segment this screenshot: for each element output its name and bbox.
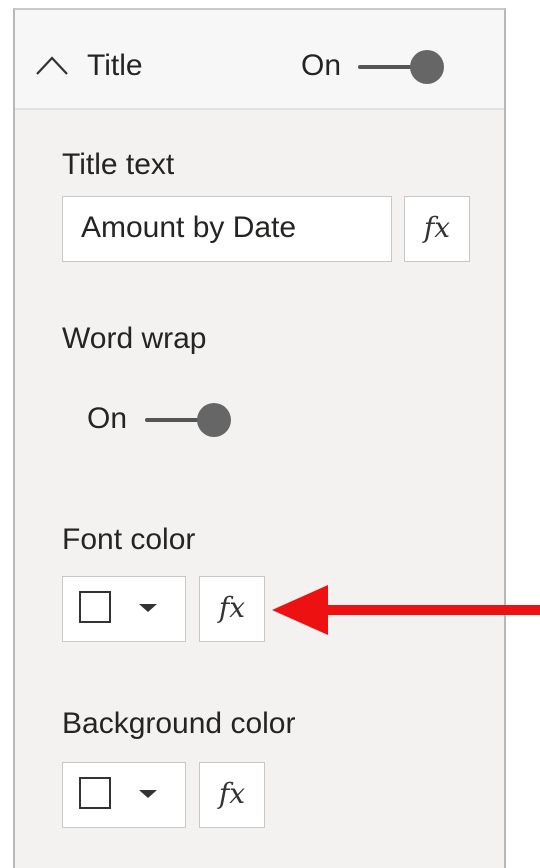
word-wrap-label: Word wrap: [62, 322, 207, 355]
word-wrap-toggle[interactable]: [145, 403, 231, 437]
format-pane: Title On Title text Amount by Date fx Wo…: [13, 8, 506, 868]
title-card-header[interactable]: Title On: [15, 10, 504, 110]
arrow-left-icon: [272, 585, 540, 635]
font-color-swatch: [79, 591, 111, 623]
arrow-head: [272, 585, 328, 635]
font-color-fx-button[interactable]: fx: [199, 576, 265, 642]
toggle-track: [145, 418, 205, 422]
toggle-track: [358, 65, 418, 69]
title-text-fx-button[interactable]: fx: [404, 196, 470, 262]
chevron-up-icon[interactable]: [35, 54, 69, 76]
caret-down-icon: [139, 604, 157, 612]
word-wrap-toggle-label: On: [87, 402, 128, 435]
background-color-fx-button[interactable]: fx: [199, 762, 265, 828]
background-color-swatch: [79, 777, 111, 809]
background-color-picker[interactable]: [62, 762, 186, 828]
title-text-input[interactable]: Amount by Date: [62, 196, 392, 262]
background-color-label: Background color: [62, 707, 296, 740]
title-text-label: Title text: [62, 148, 175, 181]
title-toggle-label: On: [301, 49, 342, 82]
caret-down-icon: [139, 790, 157, 798]
arrow-shaft: [320, 605, 540, 615]
card-title: Title: [87, 49, 143, 82]
toggle-knob: [197, 403, 231, 437]
title-toggle[interactable]: [358, 50, 444, 84]
font-color-picker[interactable]: [62, 576, 186, 642]
toggle-knob: [410, 50, 444, 84]
font-color-label: Font color: [62, 523, 196, 556]
